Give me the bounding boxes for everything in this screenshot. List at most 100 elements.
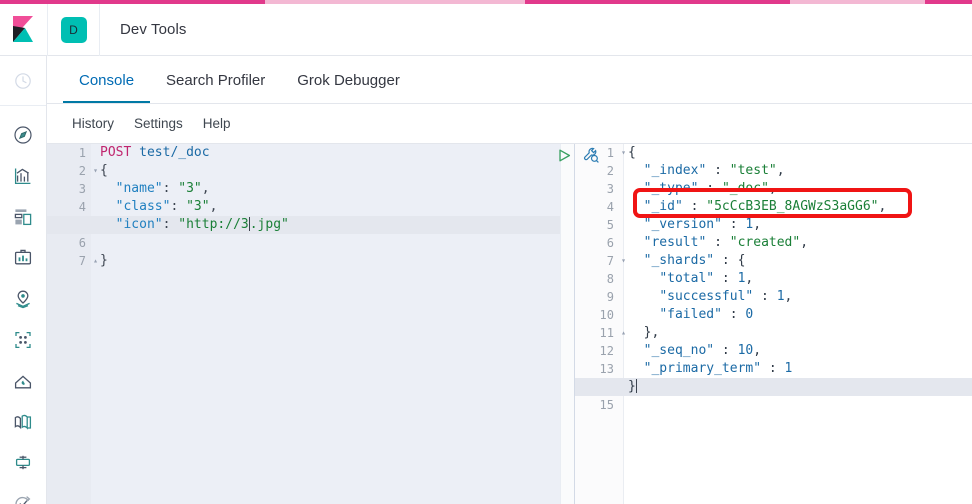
response-line[interactable]: } <box>575 378 972 396</box>
response-token: "_index" <box>643 163 707 178</box>
response-token <box>628 307 659 322</box>
response-line[interactable] <box>575 396 972 414</box>
sidebar-item-maps[interactable] <box>0 278 46 319</box>
request-code[interactable]: 12▾34567▴ POST test/_doc{ "name": "3", "… <box>47 144 560 504</box>
response-line[interactable]: "result" : "created", <box>575 234 972 252</box>
recently-viewed-button[interactable] <box>0 56 46 106</box>
location-pin-icon <box>16 290 30 308</box>
sidebar-item-machine-learning[interactable] <box>0 319 46 360</box>
request-line[interactable]: "icon": "http://3.jpg" <box>47 216 560 234</box>
response-token <box>628 217 644 232</box>
machine-learning-icon <box>15 331 31 348</box>
play-icon[interactable] <box>556 147 573 164</box>
uptime-icon <box>15 495 31 504</box>
request-line[interactable]: } <box>47 252 560 270</box>
sidebar-item-visualize[interactable] <box>0 155 46 196</box>
request-line[interactable]: { <box>47 162 560 180</box>
response-token: "_version" <box>643 217 722 232</box>
response-line[interactable]: "_index" : "test", <box>575 162 972 180</box>
response-token: "successful" <box>659 289 754 304</box>
response-code[interactable]: 1▾234567▾891011▴121314▴15 { "_index" : "… <box>575 144 972 504</box>
primary-navigation-rail <box>0 56 47 504</box>
response-token <box>628 199 644 214</box>
response-token: : <box>721 217 746 232</box>
response-token: 1 <box>784 361 793 376</box>
request-lines[interactable]: POST test/_doc{ "name": "3", "class": "3… <box>47 144 560 504</box>
dashboard-icon <box>14 208 32 225</box>
request-token: : <box>170 199 187 214</box>
response-token: "5cCcB3EB_8AGWzS3aGG6" <box>706 199 879 214</box>
response-token: }, <box>628 325 660 340</box>
request-line[interactable] <box>47 234 560 252</box>
space-avatar-button[interactable]: D <box>48 3 100 56</box>
sidebar-item-dashboard[interactable] <box>0 196 46 237</box>
request-line[interactable]: "name": "3", <box>47 180 560 198</box>
response-token: 1 <box>776 289 785 304</box>
response-token: : <box>698 181 722 196</box>
sidebar-item-apm[interactable] <box>0 442 46 483</box>
response-token: "failed" <box>659 307 722 322</box>
response-token <box>628 253 644 268</box>
request-token: : <box>162 181 179 196</box>
response-token: "_doc" <box>721 181 769 196</box>
response-token: : <box>682 199 707 214</box>
response-token <box>628 343 644 358</box>
sidebar-item-logs[interactable] <box>0 401 46 442</box>
sidebar-item-infrastructure[interactable] <box>0 360 46 401</box>
response-token: : <box>714 253 738 268</box>
response-token <box>628 181 644 196</box>
response-token: , <box>768 181 777 196</box>
request-token: } <box>100 253 108 268</box>
response-token: , <box>800 235 809 250</box>
request-token: "icon" <box>115 217 163 232</box>
kibana-logo <box>12 15 33 42</box>
request-token: : <box>162 217 179 232</box>
response-line[interactable]: { <box>575 144 972 162</box>
response-line[interactable]: "total" : 1, <box>575 270 972 288</box>
request-editor[interactable]: 12▾34567▴ POST test/_doc{ "name": "3", "… <box>47 144 560 504</box>
response-token <box>628 289 659 304</box>
request-token: "class" <box>115 199 171 214</box>
response-token: , <box>753 343 762 358</box>
request-token: .jpg" <box>249 217 289 232</box>
response-token: , <box>784 289 793 304</box>
submenu-help[interactable]: Help <box>193 116 241 131</box>
sidebar-item-discover[interactable] <box>0 114 46 155</box>
response-token: { <box>628 145 636 160</box>
pane-resize-handle[interactable] <box>560 144 575 504</box>
console-panes: 12▾34567▴ POST test/_doc{ "name": "3", "… <box>47 144 972 504</box>
submenu-settings[interactable]: Settings <box>124 116 193 131</box>
request-line[interactable]: "class": "3", <box>47 198 560 216</box>
response-line[interactable]: "_primary_term" : 1 <box>575 360 972 378</box>
request-token: , <box>201 181 210 196</box>
response-line[interactable]: "_type" : "_doc", <box>575 180 972 198</box>
request-token: "http://3 <box>178 217 249 232</box>
sidebar-item-canvas[interactable] <box>0 237 46 278</box>
response-line[interactable]: }, <box>575 324 972 342</box>
response-line[interactable]: "_id" : "5cCcB3EB_8AGWzS3aGG6", <box>575 198 972 216</box>
response-token: : <box>714 343 738 358</box>
response-line[interactable]: "_shards" : { <box>575 252 972 270</box>
response-token: : <box>753 289 777 304</box>
response-line[interactable]: "successful" : 1, <box>575 288 972 306</box>
response-line[interactable]: "_version" : 1, <box>575 216 972 234</box>
tab-console[interactable]: Console <box>63 72 151 103</box>
sidebar-item-uptime[interactable] <box>0 483 46 504</box>
request-token <box>100 181 116 196</box>
submenu-history[interactable]: History <box>62 116 124 131</box>
request-token: "3" <box>186 199 210 214</box>
page-title: Dev Tools <box>120 21 187 38</box>
response-line[interactable]: "_seq_no" : 10, <box>575 342 972 360</box>
response-lines[interactable]: { "_index" : "test", "_type" : "_doc", "… <box>575 144 972 504</box>
request-line[interactable]: POST test/_doc <box>47 144 560 162</box>
request-token: { <box>100 163 108 178</box>
wrench-icon[interactable] <box>582 146 600 164</box>
response-token: { <box>737 253 746 268</box>
tab-grok-debugger[interactable]: Grok Debugger <box>281 72 416 103</box>
clock-icon <box>15 72 31 89</box>
response-token: : <box>706 163 730 178</box>
response-line[interactable]: "failed" : 0 <box>575 306 972 324</box>
kibana-logo-button[interactable] <box>0 3 48 56</box>
response-viewer[interactable]: 1▾234567▾891011▴121314▴15 { "_index" : "… <box>575 144 972 504</box>
tab-search-profiler[interactable]: Search Profiler <box>150 72 281 103</box>
